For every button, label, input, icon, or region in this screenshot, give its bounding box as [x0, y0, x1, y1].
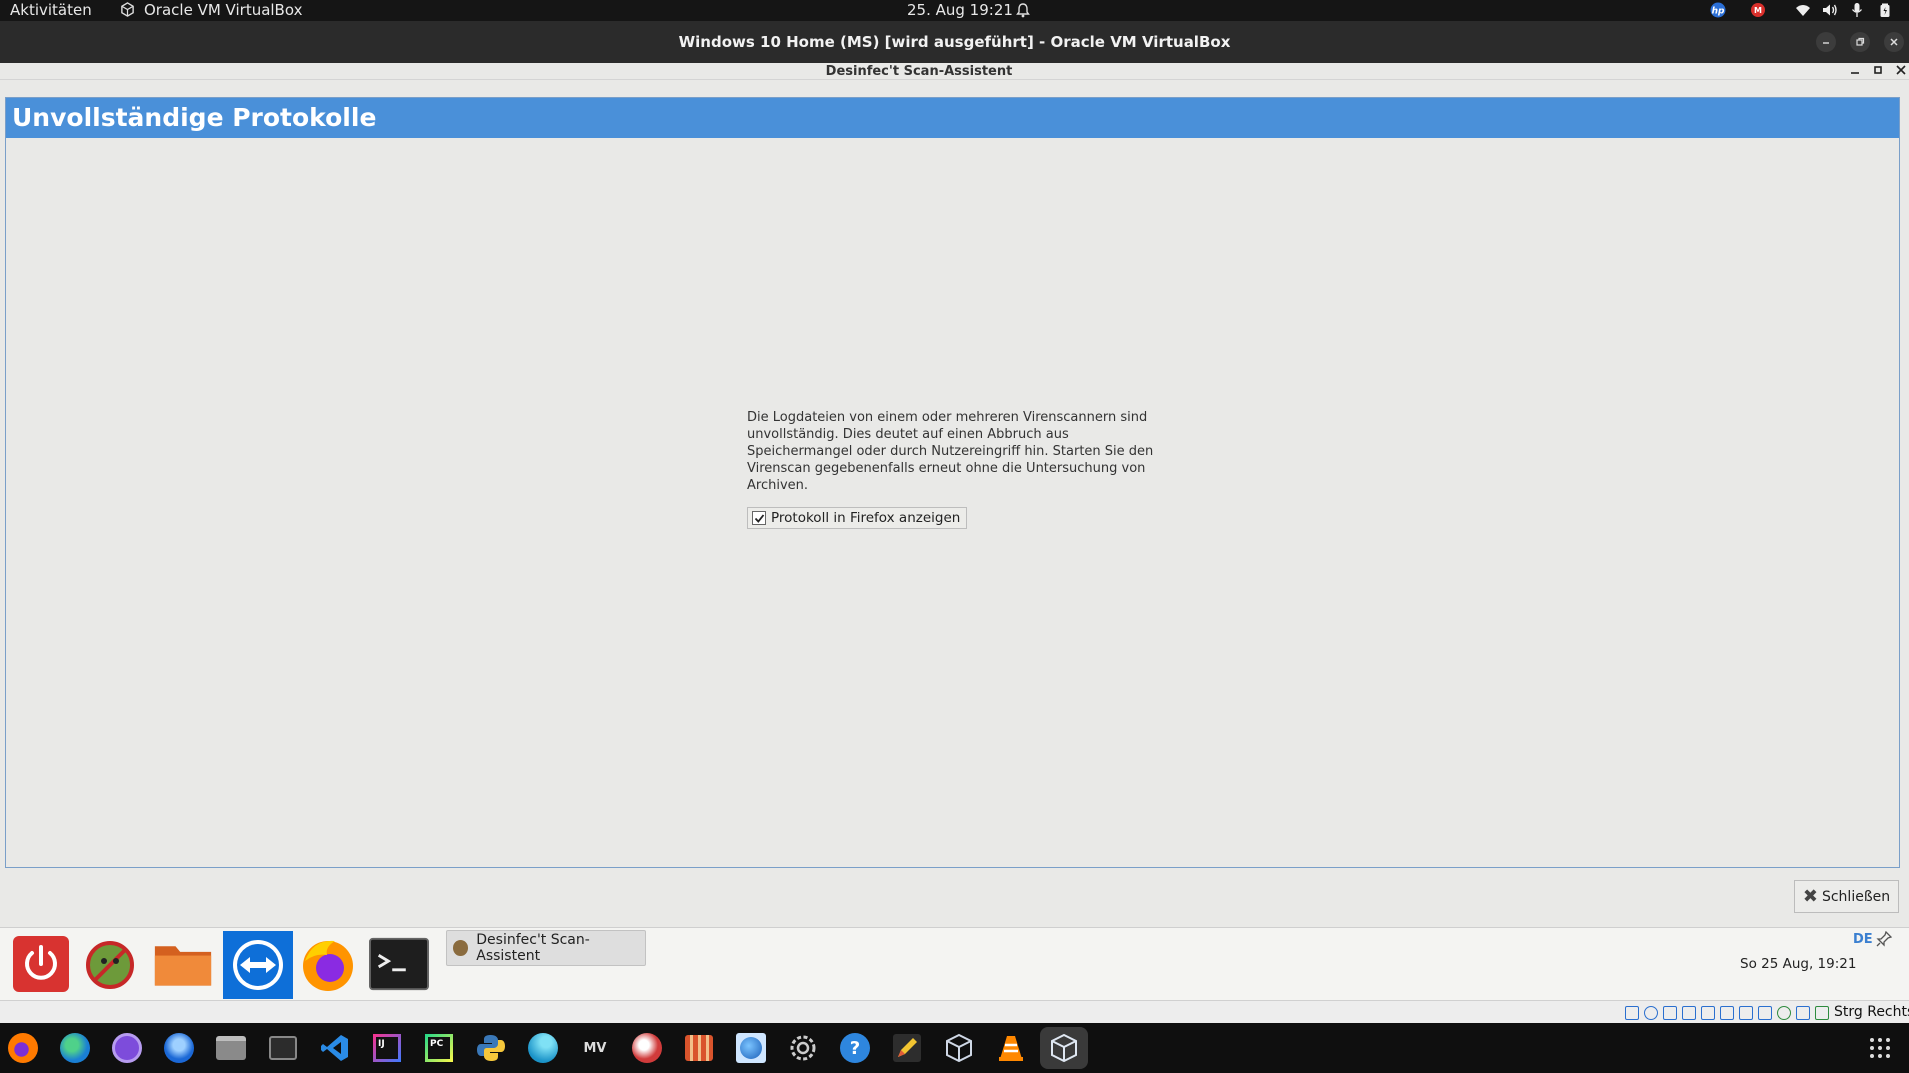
- optical-drive-icon[interactable]: [1644, 1006, 1658, 1020]
- virtualbox-statusbar: Strg Rechts: [0, 1000, 1909, 1023]
- show-apps-icon[interactable]: [1870, 1038, 1890, 1058]
- bell-icon[interactable]: [1015, 2, 1031, 18]
- shared-folders-icon[interactable]: [1720, 1006, 1734, 1020]
- audio-icon[interactable]: [1663, 1006, 1677, 1020]
- mail-icon[interactable]: M: [1750, 2, 1766, 18]
- close-button[interactable]: ✖ Schließen: [1794, 880, 1899, 913]
- desinfect-icon[interactable]: [80, 934, 140, 994]
- host-key-label: Strg Rechts: [1834, 1004, 1909, 1020]
- volume-icon[interactable]: [1822, 2, 1838, 18]
- display-icon[interactable]: [1739, 1006, 1753, 1020]
- intellij-icon[interactable]: IJ: [370, 1031, 404, 1065]
- dialog-close-icon[interactable]: [1896, 65, 1906, 78]
- show-log-checkbox[interactable]: Protokoll in Firefox anzeigen: [747, 507, 968, 529]
- guest-clock[interactable]: So 25 Aug, 19:21: [1740, 956, 1856, 972]
- virtualbox-window-titlebar[interactable]: Windows 10 Home (MS) [wird ausgeführt] -…: [0, 21, 1909, 63]
- close-window-icon[interactable]: [1884, 32, 1904, 52]
- terminal-icon[interactable]: [369, 934, 429, 994]
- cpu-icon[interactable]: [1777, 1006, 1791, 1020]
- window-title: Windows 10 Home (MS) [wird ausgeführt] -…: [678, 33, 1231, 51]
- dialog-heading: Unvollständige Protokolle: [12, 103, 377, 132]
- dialog-message: Die Logdateien von einem oder mehreren V…: [747, 410, 1154, 493]
- checkbox-box[interactable]: [752, 511, 766, 525]
- files-icon[interactable]: [214, 1031, 248, 1065]
- taskbar-item-scan-assistant[interactable]: Desinfec't Scan-Assistent: [446, 930, 646, 966]
- virtualbox-app-icon: [120, 2, 136, 17]
- keyboard-layout[interactable]: DE: [1853, 932, 1873, 947]
- guest-screen: Desinfec't Scan-Assistent Unvollständige…: [0, 63, 1909, 1023]
- firefox-icon[interactable]: [6, 1031, 40, 1065]
- dialog-window-title: Desinfec't Scan-Assistent: [825, 64, 1013, 79]
- wifi-icon[interactable]: [1795, 2, 1811, 18]
- ubuntu-dock: IJ PC MV ?: [0, 1023, 1909, 1073]
- close-x-icon: ✖: [1802, 886, 1818, 907]
- network-icon[interactable]: [1682, 1006, 1696, 1020]
- microphone-icon[interactable]: [1849, 2, 1865, 18]
- folder-icon[interactable]: [153, 934, 213, 994]
- scan-assistant-icon: [453, 940, 469, 956]
- keyboard-capture-icon[interactable]: [1815, 1006, 1829, 1020]
- edge-icon[interactable]: [58, 1031, 92, 1065]
- virtualbox-icon[interactable]: [942, 1031, 976, 1065]
- activities-button[interactable]: Aktivitäten: [10, 1, 92, 19]
- vlc-icon[interactable]: [994, 1031, 1028, 1065]
- dialog-header: Unvollständige Protokolle: [6, 98, 1899, 138]
- hp-icon[interactable]: hp: [1710, 2, 1726, 18]
- clock-menu[interactable]: 25. Aug 19:21: [907, 1, 1013, 19]
- dialog-maximize-icon[interactable]: [1873, 65, 1883, 78]
- hard-disk-icon[interactable]: [1625, 1006, 1639, 1020]
- firefox-icon[interactable]: [298, 934, 358, 994]
- pin-icon[interactable]: [1876, 930, 1893, 951]
- dove-icon[interactable]: [630, 1031, 664, 1065]
- checkbox-label: Protokoll in Firefox anzeigen: [771, 510, 961, 526]
- restore-icon[interactable]: [1850, 32, 1870, 52]
- check-icon: [754, 513, 764, 523]
- python-icon[interactable]: [474, 1031, 508, 1065]
- clapper-icon[interactable]: MV: [578, 1031, 612, 1065]
- pencil-icon[interactable]: [890, 1031, 924, 1065]
- power-icon[interactable]: [11, 934, 71, 994]
- dialog-titlebar[interactable]: Desinfec't Scan-Assistent: [0, 63, 1909, 80]
- settings-icon[interactable]: [786, 1031, 820, 1065]
- virtualbox-running-icon[interactable]: [1040, 1027, 1088, 1069]
- gnome-top-bar: Aktivitäten Oracle VM VirtualBox 25. Aug…: [0, 0, 1909, 21]
- globe-icon[interactable]: [734, 1031, 768, 1065]
- mouse-integration-icon[interactable]: [1796, 1006, 1810, 1020]
- recording-icon[interactable]: [1758, 1006, 1772, 1020]
- close-button-label: Schließen: [1821, 888, 1891, 905]
- usb-icon[interactable]: [1701, 1006, 1715, 1020]
- thunderbird-icon[interactable]: [162, 1031, 196, 1065]
- help-icon[interactable]: ?: [838, 1031, 872, 1065]
- vscode-icon[interactable]: [318, 1031, 352, 1065]
- minimize-icon[interactable]: [1816, 32, 1836, 52]
- svg-text:hp: hp: [1712, 7, 1725, 17]
- teamviewer-icon[interactable]: [223, 931, 293, 999]
- svg-text:M: M: [1754, 6, 1762, 15]
- terminal-icon[interactable]: [266, 1031, 300, 1065]
- battery-icon[interactable]: [1877, 2, 1893, 18]
- pycharm-icon[interactable]: PC: [422, 1031, 456, 1065]
- cake-icon[interactable]: [682, 1031, 716, 1065]
- taskbar-item-label: Desinfec't Scan-Assistent: [476, 932, 590, 964]
- browser-icon[interactable]: [526, 1031, 560, 1065]
- guest-panel: Desinfec't Scan-Assistent DE So 25 Aug, …: [0, 927, 1909, 1004]
- app-menu[interactable]: Oracle VM VirtualBox: [144, 1, 302, 19]
- dialog-minimize-icon[interactable]: [1850, 65, 1860, 78]
- tor-icon[interactable]: [110, 1031, 144, 1065]
